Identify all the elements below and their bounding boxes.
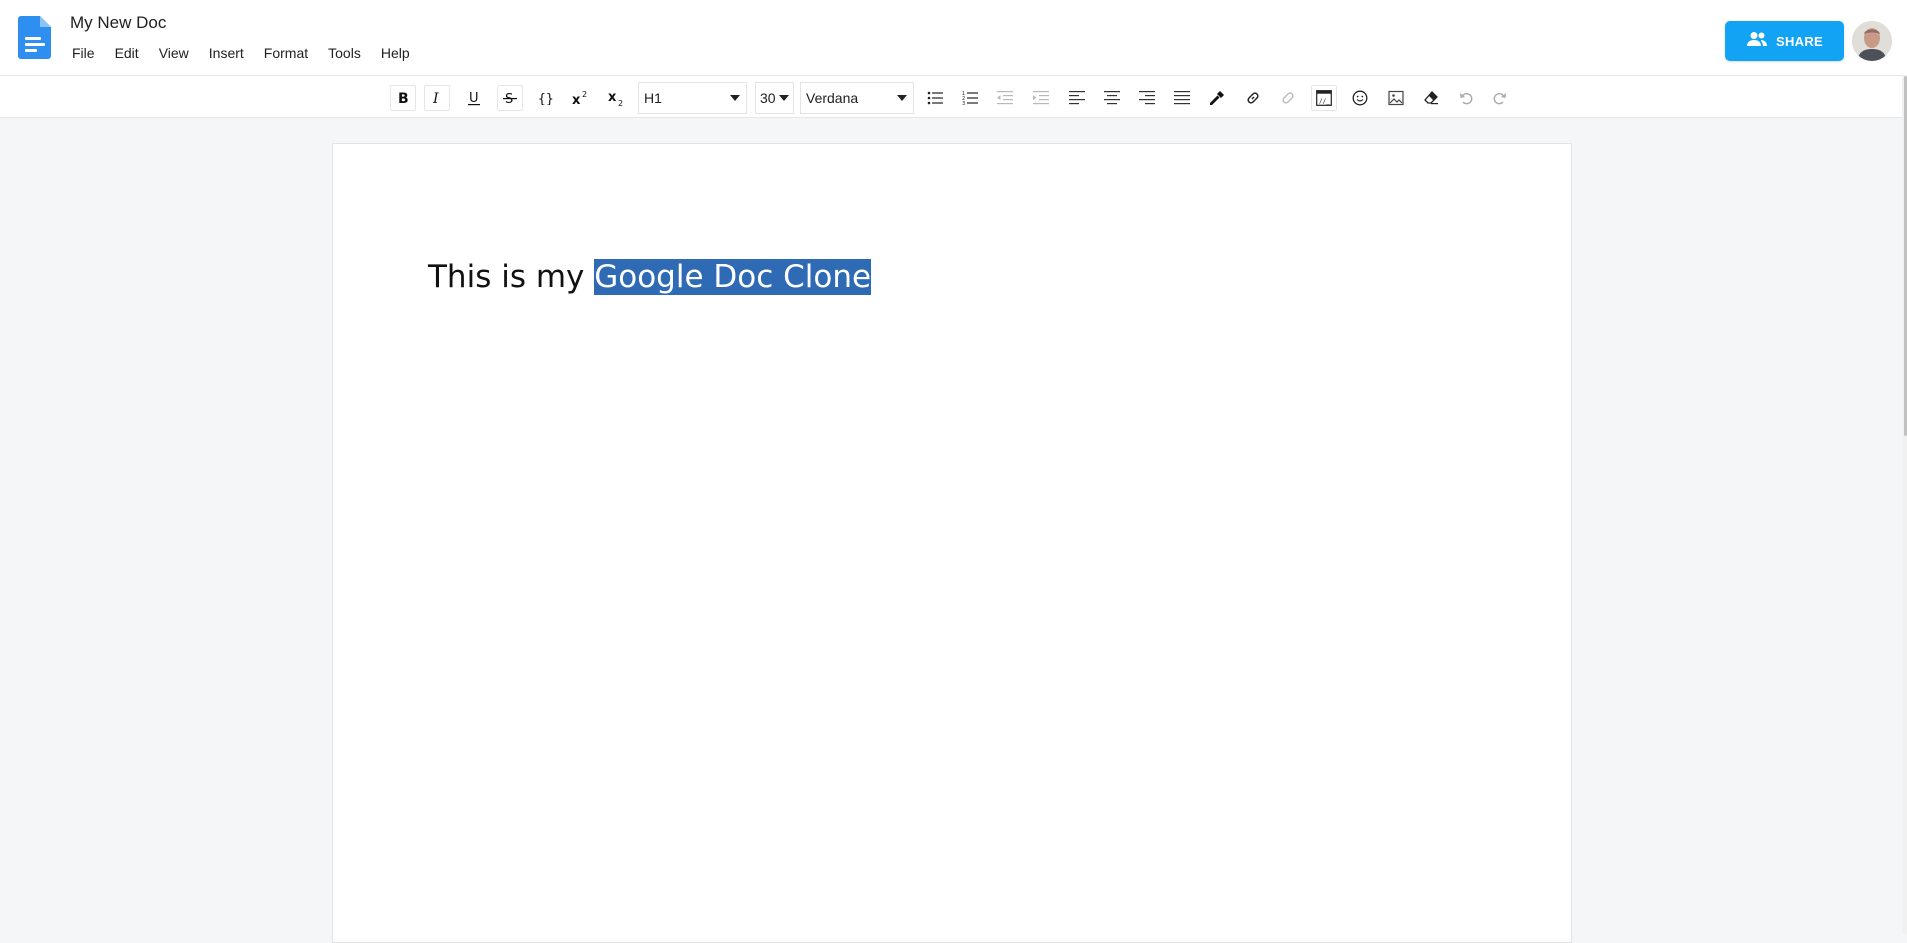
bold-button[interactable]: B: [390, 85, 416, 111]
align-center-button[interactable]: [1099, 85, 1125, 111]
document-heading[interactable]: This is my Google Doc Clone: [428, 258, 872, 296]
svg-text:x: x: [608, 90, 617, 105]
share-button[interactable]: SHARE: [1725, 21, 1844, 61]
outdent-button[interactable]: [992, 85, 1018, 111]
image-icon[interactable]: [1383, 85, 1409, 111]
heading-select-value: H1: [644, 90, 662, 106]
svg-text:U: U: [469, 91, 479, 106]
numbered-list-button[interactable]: 123: [957, 85, 983, 111]
font-family-select[interactable]: Verdana: [800, 82, 914, 114]
svg-text://_: //_: [1319, 98, 1330, 105]
color-picker-icon[interactable]: [1204, 85, 1230, 111]
font-size-value: 30: [760, 90, 776, 106]
heading-select[interactable]: H1: [638, 82, 747, 114]
svg-text:I: I: [432, 91, 439, 105]
font-family-value: Verdana: [806, 90, 859, 106]
svg-text:2: 2: [618, 99, 623, 106]
code-inline-button[interactable]: {}: [532, 85, 558, 111]
menu-edit[interactable]: Edit: [115, 44, 139, 62]
undo-icon[interactable]: [1453, 85, 1479, 111]
document-page[interactable]: This is my Google Doc Clone: [332, 143, 1572, 943]
justify-button[interactable]: [1169, 85, 1195, 111]
indent-button[interactable]: [1028, 85, 1054, 111]
emoji-icon[interactable]: [1347, 85, 1373, 111]
document-title[interactable]: My New Doc: [68, 12, 168, 34]
svg-text:B: B: [398, 91, 409, 105]
font-size-select[interactable]: 30: [755, 82, 794, 114]
bullet-list-button[interactable]: [922, 85, 948, 111]
document-icon[interactable]: [18, 16, 54, 60]
people-icon: [1746, 31, 1768, 52]
user-avatar[interactable]: [1852, 21, 1892, 61]
code-block-icon[interactable]: //_: [1311, 85, 1337, 111]
formatting-toolbar: B I U S {} x2 x2 H1 30 Verdana 123 //_: [0, 75, 1907, 118]
chevron-down-icon: [730, 95, 740, 101]
svg-text:3: 3: [962, 101, 965, 105]
align-right-button[interactable]: [1134, 85, 1160, 111]
menu-file[interactable]: File: [72, 44, 95, 62]
menu-format[interactable]: Format: [264, 44, 308, 62]
strikethrough-button[interactable]: S: [497, 85, 523, 111]
heading-text: This is my: [428, 259, 595, 295]
svg-text:2: 2: [582, 90, 587, 99]
chevron-down-icon: [779, 95, 789, 101]
menu-bar: File Edit View Insert Format Tools Help: [72, 44, 430, 62]
link-icon[interactable]: [1240, 85, 1266, 111]
svg-text:{}: {}: [538, 92, 553, 105]
eraser-icon[interactable]: [1418, 85, 1444, 111]
unlink-icon[interactable]: [1275, 85, 1301, 111]
share-label: SHARE: [1775, 33, 1823, 49]
superscript-button[interactable]: x2: [567, 85, 593, 111]
menu-tools[interactable]: Tools: [328, 44, 361, 62]
italic-button[interactable]: I: [424, 85, 450, 111]
underline-button[interactable]: U: [461, 85, 487, 111]
menu-help[interactable]: Help: [381, 44, 410, 62]
header: My New Doc File Edit View Insert Format …: [0, 0, 1907, 75]
svg-text:x: x: [572, 93, 581, 106]
menu-view[interactable]: View: [159, 44, 189, 62]
menu-insert[interactable]: Insert: [209, 44, 244, 62]
chevron-down-icon: [897, 95, 907, 101]
selected-text[interactable]: Google Doc Clone: [594, 259, 872, 295]
subscript-button[interactable]: x2: [603, 85, 629, 111]
redo-icon[interactable]: [1487, 85, 1513, 111]
align-left-button[interactable]: [1064, 85, 1090, 111]
